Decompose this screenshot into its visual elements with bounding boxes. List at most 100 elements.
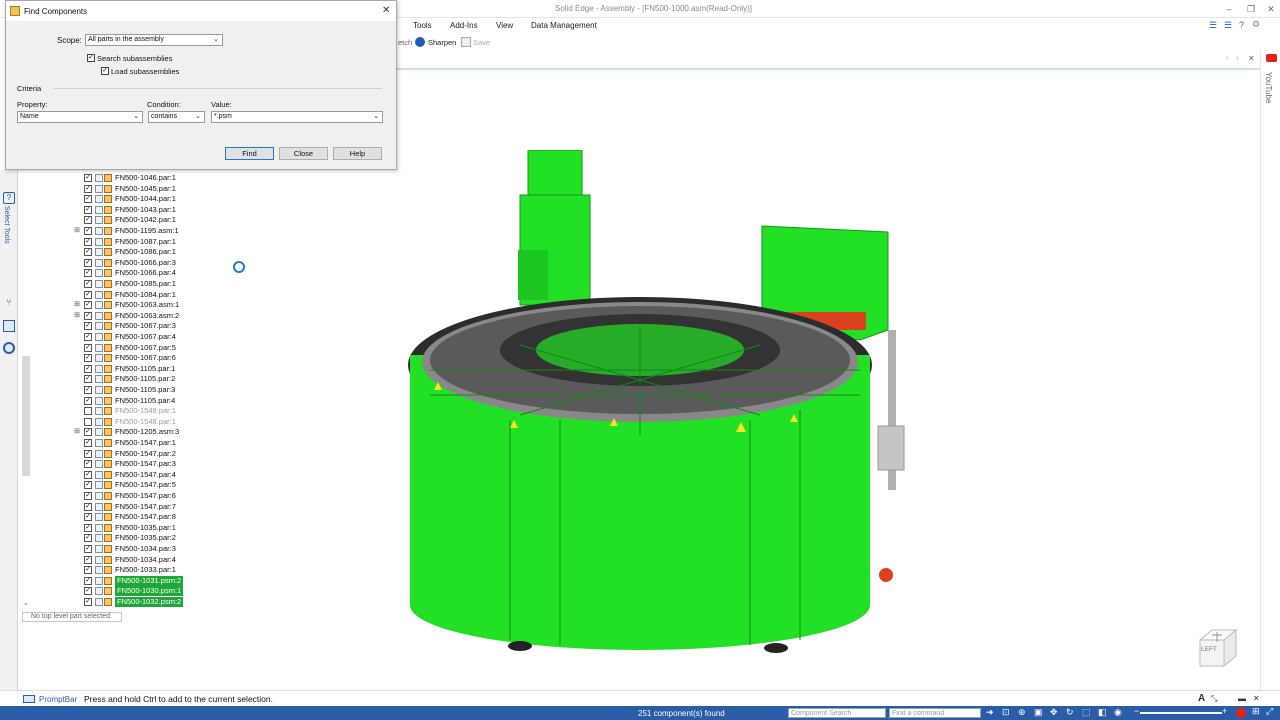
close-promptbar-icon[interactable]: ✕ [1253, 694, 1260, 703]
tree-item[interactable]: ✓ FN500-1067.par:4 [73, 332, 176, 342]
tree-item-checkbox[interactable]: ✓ [84, 174, 92, 183]
find-command-input[interactable]: Find a command [889, 708, 981, 718]
youtube-icon[interactable] [1266, 54, 1277, 62]
tree-item[interactable]: ✓ FN500-1067.par:3 [73, 321, 176, 331]
font-size-icon[interactable]: A [1198, 693, 1205, 704]
tree-item[interactable]: ✓ FN500-1035.par:1 [73, 523, 176, 533]
tree-item[interactable]: ✓ FN500-1547.par:4 [73, 470, 176, 480]
tree-item[interactable]: ✓ FN500-1034.par:4 [73, 555, 176, 565]
tab-tools[interactable]: Tools [413, 21, 432, 30]
layers-icon[interactable] [3, 320, 15, 332]
window-icon[interactable]: ⊞ [1252, 706, 1260, 717]
tab-view[interactable]: View [496, 21, 513, 30]
dialog-titlebar[interactable]: Find Components ✕ [6, 1, 396, 21]
tree-item-checkbox[interactable]: ✓ [84, 481, 92, 490]
scroll-right-icon[interactable]: › [1236, 55, 1238, 62]
component-search-input[interactable]: Component Search [788, 708, 886, 718]
value-input[interactable]: *.psm ⌄ [211, 111, 383, 123]
help-icon[interactable]: ? [1239, 20, 1244, 30]
tree-item[interactable]: ✓ FN500-1547.par:2 [73, 449, 176, 459]
tree-item-checkbox[interactable]: ✓ [84, 449, 92, 458]
view-icon[interactable]: ⬚ [1082, 707, 1091, 718]
layout-icon[interactable]: ☰ [1209, 20, 1217, 31]
tree-item-checkbox[interactable]: ✓ [84, 460, 92, 469]
close-doc-icon[interactable]: ✕ [1248, 54, 1255, 63]
tab-data-management[interactable]: Data Management [531, 21, 597, 30]
tree-item-checkbox[interactable]: ✓ [84, 566, 92, 575]
tree-item[interactable]: ✓ FN500-1046.par:1 [73, 173, 176, 183]
gear-icon[interactable] [3, 342, 15, 354]
close-window-button[interactable]: ✕ [1264, 3, 1278, 15]
tree-item-checkbox[interactable]: ✓ [84, 555, 92, 564]
tree-item-checkbox[interactable]: ✓ [84, 195, 92, 204]
tree-item[interactable]: ⊞ ✓ FN500-1063.asm:2 [73, 311, 179, 321]
tree-item[interactable]: ✓ FN500-1547.par:1 [73, 438, 176, 448]
close-button[interactable]: Close [279, 147, 328, 160]
tree-item-checkbox[interactable]: ✓ [84, 258, 92, 267]
tree-item-checkbox[interactable]: ✓ [84, 502, 92, 511]
tree-item[interactable]: ✓ FN500-1033.par:1 [73, 565, 176, 575]
tree-item[interactable]: ✓ FN500-1085.par:1 [73, 279, 176, 289]
tree-item-checkbox[interactable]: ✓ [84, 354, 92, 363]
tree-item[interactable]: ✓ FN500-1066.par:4 [73, 268, 176, 278]
property-select[interactable]: Name ⌄ [17, 111, 143, 123]
search-subassemblies-checkbox[interactable]: ✓ [87, 54, 95, 62]
tree-item-checkbox[interactable]: ✓ [84, 216, 92, 225]
tree-item-checkbox[interactable]: ✓ [84, 311, 92, 320]
tree-item[interactable]: ✓ FN500-1045.par:1 [73, 184, 176, 194]
help-button[interactable]: Help [333, 147, 382, 160]
tree-item[interactable]: ✓ FN500-1547.par:8 [73, 512, 176, 522]
tree-item-checkbox[interactable] [84, 417, 92, 426]
tree-item-checkbox[interactable]: ✓ [84, 364, 92, 373]
tree-item[interactable]: ✓ FN500-1547.par:5 [73, 480, 176, 490]
pathfinder-scrollbar[interactable] [22, 356, 30, 476]
tree-item[interactable]: ⊞ ✓ FN500-1063.asm:1 [73, 300, 179, 310]
select-tools-icon[interactable]: ? [3, 192, 15, 204]
tree-item-checkbox[interactable]: ✓ [84, 576, 92, 585]
tab-add-ins[interactable]: Add-Ins [450, 21, 478, 30]
restore-button[interactable]: ❐ [1244, 3, 1258, 15]
tree-item[interactable]: ✓ FN500-1547.par:6 [73, 491, 176, 501]
tree-item-checkbox[interactable]: ✓ [84, 301, 92, 310]
tree-item[interactable]: ✓ FN500-1044.par:1 [73, 194, 176, 204]
sketch-button[interactable]: etch [398, 38, 412, 47]
tree-item[interactable]: ✓ FN500-1105.par:4 [73, 396, 175, 406]
pan-icon[interactable]: ✥ [1050, 707, 1058, 718]
tree-item[interactable]: ✓ FN500-1105.par:2 [73, 374, 175, 384]
tree-item-checkbox[interactable]: ✓ [84, 343, 92, 352]
tree-item-checkbox[interactable]: ✓ [84, 322, 92, 331]
find-button[interactable]: Find [225, 147, 274, 160]
promptbar-label[interactable]: PromptBar [39, 695, 77, 704]
scroll-down-icon[interactable]: ⌄ [23, 599, 29, 607]
tree-item[interactable]: ✓ FN500-1032.psm:2 [73, 597, 184, 608]
tree-item-checkbox[interactable]: ✓ [84, 375, 92, 384]
tree-item-checkbox[interactable]: ✓ [84, 248, 92, 257]
tree-item-checkbox[interactable]: ✓ [84, 333, 92, 342]
tree-item-checkbox[interactable]: ✓ [84, 545, 92, 554]
tree-item[interactable]: ✓ FN500-1547.par:3 [73, 459, 176, 469]
tree-item[interactable]: ✓ FN500-1067.par:5 [73, 343, 176, 353]
tree-item[interactable]: ✓ FN500-1034.par:3 [73, 544, 176, 554]
arrow-icon[interactable]: ➜ [986, 707, 994, 718]
zoom-slider[interactable] [1140, 712, 1222, 714]
tree-item[interactable]: ✓ FN500-1035.par:2 [73, 533, 176, 543]
tree-item[interactable]: ✓ FN500-1084.par:1 [73, 290, 176, 300]
record-icon[interactable] [1236, 708, 1246, 718]
list-icon[interactable]: ☰ [1224, 20, 1232, 31]
condition-select[interactable]: contains ⌄ [148, 111, 205, 123]
dialog-close-icon[interactable]: ✕ [382, 5, 390, 16]
tree-item-checkbox[interactable]: ✓ [84, 280, 92, 289]
zoom-in-icon[interactable]: + [1222, 706, 1227, 716]
tree-item[interactable]: ✓ FN500-1105.par:1 [73, 364, 175, 374]
tree-item-checkbox[interactable]: ✓ [84, 598, 92, 607]
tree-item-checkbox[interactable]: ✓ [84, 205, 92, 214]
tree-item[interactable]: ✓ FN500-1067.par:6 [73, 353, 176, 363]
tree-item[interactable]: ✓ FN500-1547.par:7 [73, 502, 176, 512]
tree-item-checkbox[interactable]: ✓ [84, 534, 92, 543]
scope-select[interactable]: All parts in the assembly ⌄ [85, 34, 223, 46]
select-tools-tab[interactable]: Select Tools [3, 206, 10, 244]
tree-item[interactable]: FN500-1548.par:1 [73, 417, 176, 427]
resize-icon[interactable]: ⤡ [1211, 694, 1217, 704]
tree-item-checkbox[interactable]: ✓ [84, 237, 92, 246]
tree-item[interactable]: ⊞ ✓ FN500-1195.asm:1 [73, 226, 179, 236]
